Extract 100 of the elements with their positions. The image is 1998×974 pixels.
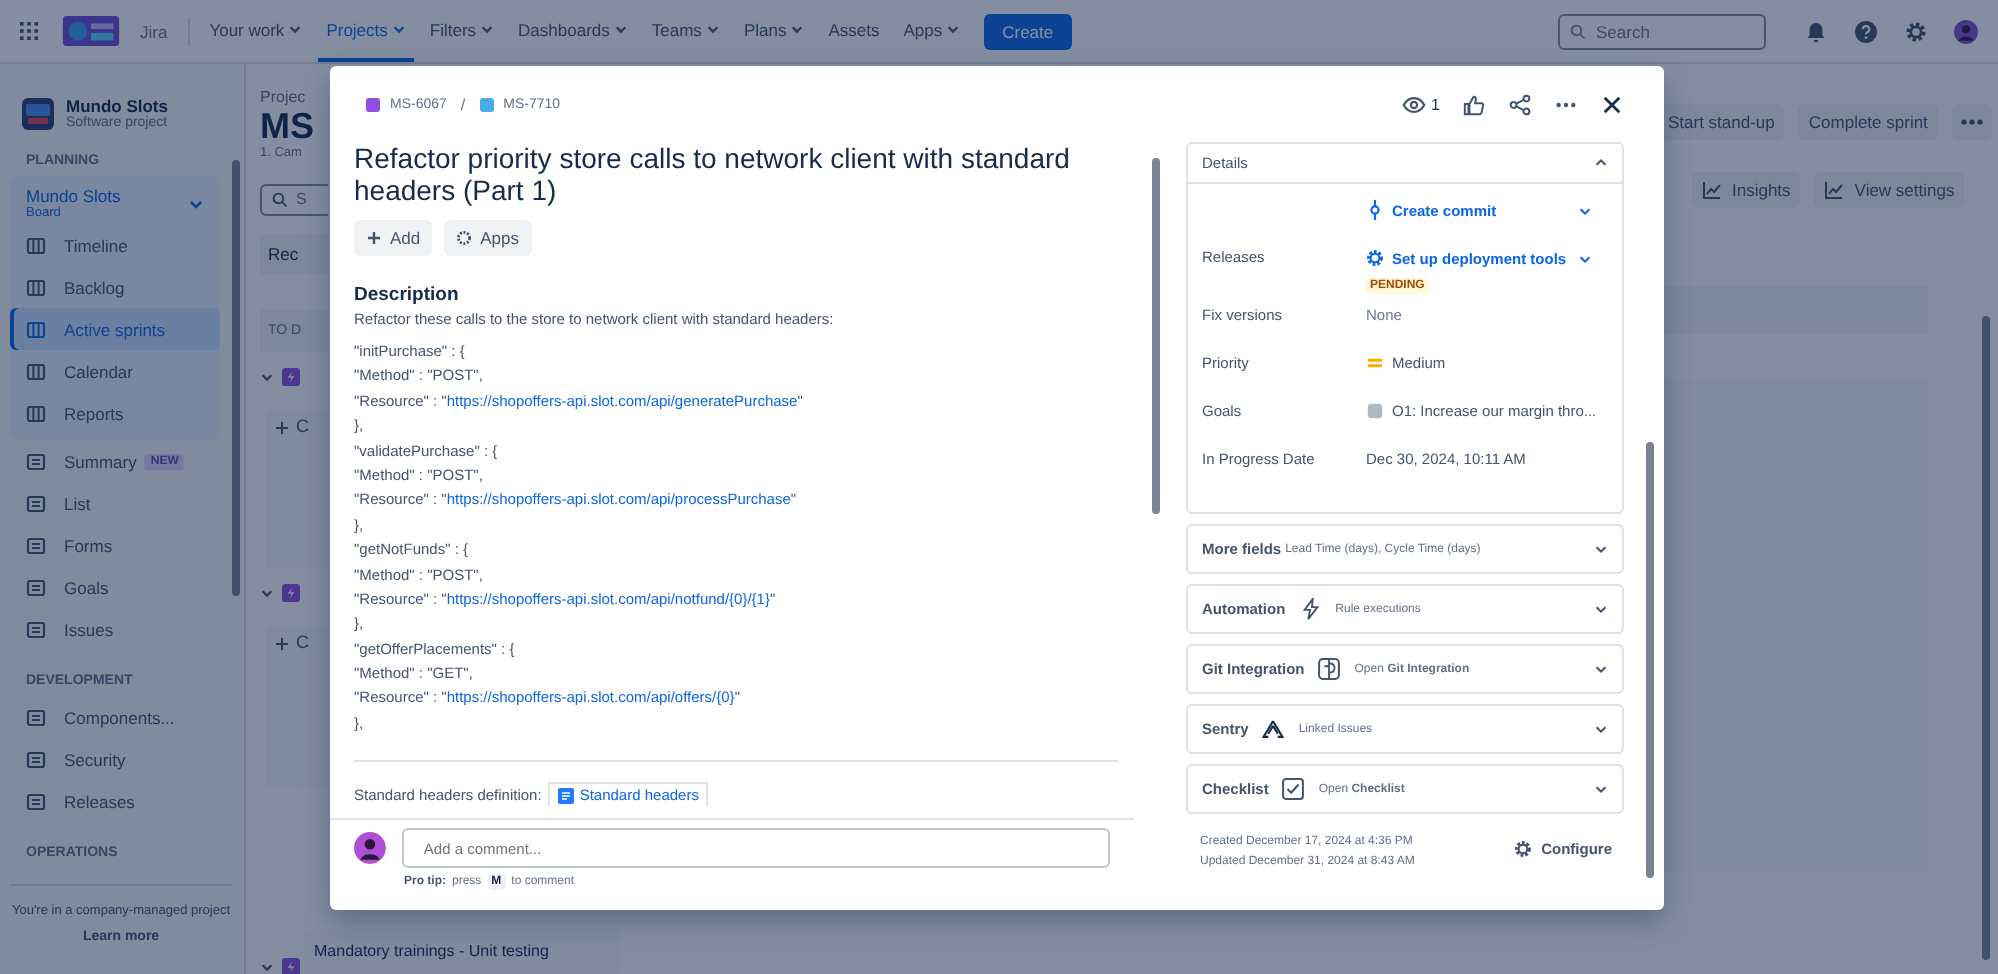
plus-icon [366,230,382,246]
chevron-icon[interactable] [1578,203,1592,217]
plus-icon [274,419,290,436]
sidebar-item[interactable]: List [10,482,232,524]
sidebar-item[interactable]: Security [10,738,232,780]
issue-card[interactable]: Mandatory trainings - Unit testing [304,930,620,972]
caret-icon[interactable] [705,22,720,36]
avatar[interactable] [1954,19,1978,43]
caret-icon[interactable] [613,22,628,36]
chart-icon [1702,180,1722,200]
watch-button[interactable]: 1 [1389,93,1440,115]
chevron-icon[interactable] [1594,722,1608,736]
nav-menu-item[interactable]: Plans [735,0,813,62]
help-icon[interactable] [1854,19,1878,43]
search-icon[interactable] [1570,23,1586,39]
nav-menu-item[interactable]: Teams [643,0,728,62]
project-avatar-icon [22,97,54,129]
sidebar-item[interactable]: Forms [10,524,232,566]
bell-icon[interactable] [1804,19,1828,43]
board-name[interactable]: Mundo Slots [26,186,121,206]
page-icon [26,619,46,639]
page-icon [26,707,46,727]
description-heading: Description [354,284,461,306]
chevron-icon[interactable] [260,960,274,974]
search-field[interactable]: Search [1558,13,1766,49]
eye-icon [1401,93,1426,115]
logo-icon[interactable] [62,16,120,46]
chevron-icon[interactable] [1594,542,1608,556]
sidebar-item[interactable]: Components... [10,696,232,738]
caret-icon[interactable] [790,22,805,36]
more-icon [1959,118,1984,126]
scrollbar[interactable] [1152,158,1160,514]
thumbs-up-icon[interactable] [1462,93,1486,115]
scrollbar[interactable] [1982,316,1990,960]
toolbar-button[interactable]: Apps [444,220,531,256]
nav-menu-item[interactable]: Your work [201,0,311,62]
chart-icon [1824,180,1845,200]
goal-icon [1366,402,1384,420]
sprint-button[interactable]: Start stand-up [1658,104,1785,140]
sidebar-item[interactable]: Reports [10,392,220,434]
caret-icon[interactable] [288,22,303,36]
sidebar-item[interactable]: Issues [10,608,232,650]
caret-icon[interactable] [946,22,961,36]
plus-icon [274,636,290,653]
toolbar-button[interactable]: Add [354,220,433,256]
epic-icon [282,584,300,603]
chevron-icon[interactable] [1594,782,1608,796]
priority-medium-icon [1366,354,1384,372]
nav-menu-item[interactable]: Filters [421,0,503,62]
chevron-icon[interactable] [260,369,274,384]
chevron-icon[interactable] [1594,662,1608,676]
sprint-button[interactable]: Complete sprint [1798,104,1938,140]
board-icon [26,403,46,423]
page-icon [26,451,46,471]
close-icon[interactable] [1600,93,1624,115]
create-button[interactable]: Create [984,13,1072,49]
more-button[interactable] [1951,104,1992,140]
lightning-icon [1299,598,1322,620]
nav-menu-item[interactable]: Projects [318,0,414,62]
toolbar-button[interactable]: View settings [1814,172,1965,208]
chevron-icon[interactable] [1594,156,1608,170]
nav-menu-item[interactable]: Dashboards [510,0,636,62]
sidebar-item[interactable]: Releases [10,780,232,822]
breadcrumb-text: Projec [260,88,308,106]
scrollbar[interactable] [232,160,240,596]
board-title: MS [260,106,316,146]
create-issue-button[interactable]: C [266,626,328,786]
breadcrumb-separator: / [460,95,466,113]
gear-icon [456,230,473,246]
app-grid-icon[interactable] [20,22,38,40]
sidebar-item[interactable]: Calendar [10,350,220,392]
toolbar-button[interactable]: Insights [1692,172,1801,208]
caret-icon[interactable] [391,22,406,36]
settings-icon[interactable] [1904,19,1928,43]
chevron-icon[interactable] [260,586,274,601]
gear-icon [1366,248,1384,268]
issue-title: Refactor priority store calls to network client with standard headers (Part 1) [354,142,1072,206]
sidebar-item[interactable]: Active sprints [10,308,220,350]
scrollbar[interactable] [1646,442,1654,878]
share-icon[interactable] [1508,93,1532,115]
page-icon [26,577,46,597]
nav-menu-item[interactable]: Assets [820,0,888,62]
sidebar-item[interactable]: Goals [10,566,232,608]
board-icon [26,319,46,339]
board-icon [26,235,46,255]
filter-button[interactable]: Rec [260,233,328,274]
nav-menu-item[interactable]: Apps [895,0,969,62]
page-icon [26,749,46,769]
page-icon [26,791,46,811]
sidebar-item[interactable]: Timeline [10,224,220,266]
chevron-icon[interactable] [1594,602,1608,616]
sidebar-item[interactable]: Backlog [10,266,220,308]
epic-icon [282,367,300,386]
board-icon [26,277,46,297]
chevron-icon[interactable] [1578,251,1592,265]
product-name: Jira [140,21,168,41]
caret-icon[interactable] [480,22,495,36]
page-icon [26,493,46,513]
project-name: Mundo Slots [66,96,168,116]
create-issue-button[interactable]: C [266,409,328,569]
